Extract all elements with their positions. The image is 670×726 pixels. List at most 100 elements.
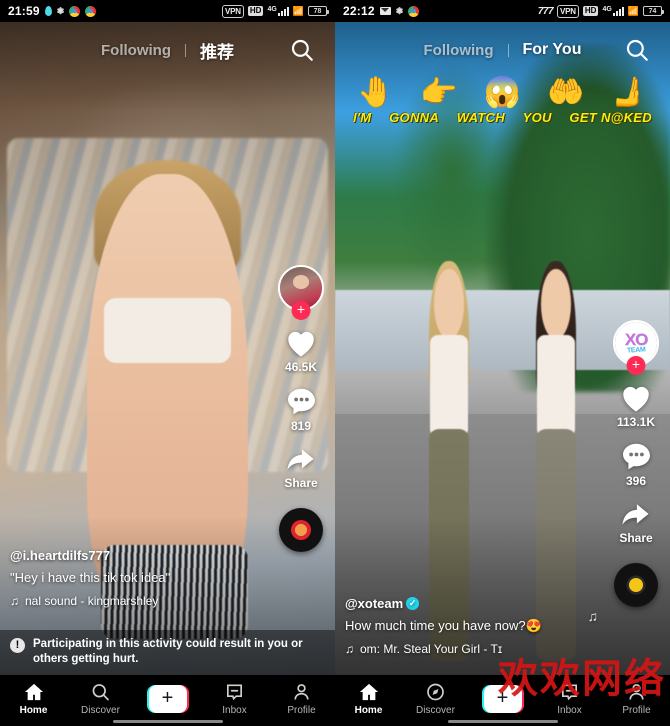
status-time: 22:12 <box>343 4 375 18</box>
creator-avatar[interactable]: + <box>278 265 324 320</box>
warning-icon: ! <box>10 638 25 653</box>
nav-home[interactable]: Home <box>4 682 64 716</box>
avatar-logo-text: XO <box>624 329 649 349</box>
nav-inbox-label: Inbox <box>557 704 582 716</box>
caption-text: How much time you have now?😍 <box>345 618 542 633</box>
music-note-icon: ♫ <box>10 594 19 608</box>
nav-home[interactable]: Home <box>339 682 399 716</box>
music-disc[interactable] <box>279 508 323 552</box>
nav-home-label: Home <box>19 704 48 716</box>
comment-button[interactable]: 396 <box>620 441 653 488</box>
weather-icon: ❃ <box>56 5 65 16</box>
avatar-logo-sub: TEAM <box>626 345 646 355</box>
caption-text: "Hey i have this tik tok idea" <box>10 570 171 585</box>
xo-team-avatar[interactable]: XO TEAM + <box>613 320 659 375</box>
username-text: @xoteam <box>345 596 404 611</box>
caption-block-left: @i.heartdilfs777 "Hey i have this tik to… <box>10 548 273 608</box>
follow-button[interactable]: + <box>291 301 311 320</box>
nav-create[interactable]: + <box>138 684 198 713</box>
share-button[interactable]: Share <box>284 445 318 490</box>
weather-icon: ❃ <box>395 5 404 16</box>
nav-inbox-label: Inbox <box>222 704 247 716</box>
search-icon[interactable] <box>624 37 650 63</box>
hand-emoji-4: 🫸 <box>610 76 648 109</box>
vpn-badge: VPN <box>222 4 244 18</box>
search-icon[interactable] <box>289 37 315 63</box>
photos-icon <box>408 5 420 17</box>
like-button[interactable]: 46.5K <box>284 327 318 374</box>
nav-inbox[interactable]: Inbox <box>540 682 600 716</box>
status-time: 21:59 <box>8 4 40 18</box>
action-rail-left: + 46.5K 819 Share <box>271 265 331 552</box>
caption-block-right: @xoteam ✓ How much time you have now?😍 ♫… <box>345 596 608 656</box>
network-type-label: 4G <box>267 6 277 13</box>
safety-warning-banner[interactable]: ! Participating in this activity could r… <box>0 630 335 675</box>
music-title: nal sound - kingmarshley <box>25 594 159 608</box>
nav-profile[interactable]: Profile <box>607 682 667 716</box>
share-label: Share <box>284 476 318 490</box>
sticker-emoji-row: 🤚 👉 😱 🤲 🫸 <box>345 78 660 110</box>
comment-button[interactable]: 819 <box>285 386 318 433</box>
music-row[interactable]: ♫ om: Mr. Steal Your Girl - Tɪ <box>345 642 608 656</box>
music-disc[interactable] <box>614 563 658 607</box>
tab-for-you[interactable]: 推荐 <box>200 38 234 63</box>
home-indicator <box>112 720 223 723</box>
left-phone-panel: 21:59 ❃ VPN HD 4G 📶 78 Following 推荐 + 46… <box>0 0 335 726</box>
share-button[interactable]: Share <box>619 500 653 545</box>
nav-inbox[interactable]: Inbox <box>205 682 265 716</box>
follow-button[interactable]: + <box>626 356 646 375</box>
nav-create[interactable]: + <box>473 684 533 713</box>
tab-following[interactable]: Following <box>101 42 171 59</box>
music-title: om: Mr. Steal Your Girl - Tɪ <box>360 642 503 656</box>
tab-following[interactable]: Following <box>424 42 494 59</box>
battery-percent: 74 <box>648 7 657 15</box>
create-plus-icon[interactable]: + <box>481 684 524 713</box>
face-emoji: 😱 <box>483 76 522 109</box>
wifi-icon: 📶 <box>292 5 304 16</box>
tab-divider <box>507 43 509 57</box>
dual-phone-screenshot: 21:59 ❃ VPN HD 4G 📶 78 Following 推荐 + 46… <box>0 0 670 726</box>
nav-discover-label: Discover <box>416 704 455 716</box>
nav-profile-label: Profile <box>287 704 316 716</box>
music-row[interactable]: ♫ nal sound - kingmarshley <box>10 594 273 608</box>
verified-badge: ✓ <box>406 597 420 610</box>
top-nav-left: Following 推荐 <box>0 30 335 70</box>
nav-discover[interactable]: Discover <box>71 682 131 716</box>
like-count: 113.1K <box>616 415 656 429</box>
warning-text: Participating in this activity could res… <box>33 638 303 665</box>
carrier-label: 777 <box>537 5 554 17</box>
status-right-group: 777 VPN HD 4G 📶 74 <box>537 4 664 18</box>
status-right-group: VPN HD 4G 📶 78 <box>222 4 329 18</box>
top-nav-right: Following For You <box>335 30 670 70</box>
network-type-label: 4G <box>602 6 612 13</box>
like-button[interactable]: 113.1K <box>617 382 655 429</box>
tab-for-you[interactable]: For You <box>523 41 582 59</box>
tab-divider <box>184 43 186 57</box>
creator-username[interactable]: @xoteam ✓ <box>345 596 608 611</box>
sticker-word-1: I'M <box>353 110 372 125</box>
video-text-sticker: 🤚 👉 😱 🤲 🫸 I'M GONNA WATCH YOU GET N@KED <box>345 78 660 126</box>
home-indicator <box>447 720 558 723</box>
nav-profile[interactable]: Profile <box>272 682 332 716</box>
status-left-group: 22:12 ❃ <box>343 4 420 18</box>
battery-icon: 78 <box>308 6 329 16</box>
like-count: 46.5K <box>284 360 318 374</box>
status-bar-right: 22:12 ❃ 777 VPN HD 4G 📶 74 <box>335 0 670 22</box>
create-plus-icon[interactable]: + <box>146 684 189 713</box>
hd-badge: HD <box>247 6 264 16</box>
sticker-word-5: GET N@KED <box>569 110 652 125</box>
right-phone-panel: 22:12 ❃ 777 VPN HD 4G 📶 74 Following For… <box>335 0 670 726</box>
hand-emoji-2: 👉 <box>420 76 458 109</box>
wifi-icon: 📶 <box>627 5 639 16</box>
photos-icon <box>85 5 97 17</box>
hand-emoji-1: 🤚 <box>357 76 395 109</box>
hand-emoji-3: 🤲 <box>547 76 585 109</box>
cellular-signal-icon: 4G <box>602 6 624 16</box>
nav-discover[interactable]: Discover <box>406 682 466 716</box>
username-text: @i.heartdilfs777 <box>10 548 111 563</box>
creator-username[interactable]: @i.heartdilfs777 <box>10 548 273 563</box>
status-bar-left: 21:59 ❃ VPN HD 4G 📶 78 <box>0 0 335 22</box>
sticker-word-3: WATCH <box>456 110 505 125</box>
music-note-icon: ♫ <box>345 642 354 656</box>
status-left-group: 21:59 ❃ <box>8 4 97 18</box>
